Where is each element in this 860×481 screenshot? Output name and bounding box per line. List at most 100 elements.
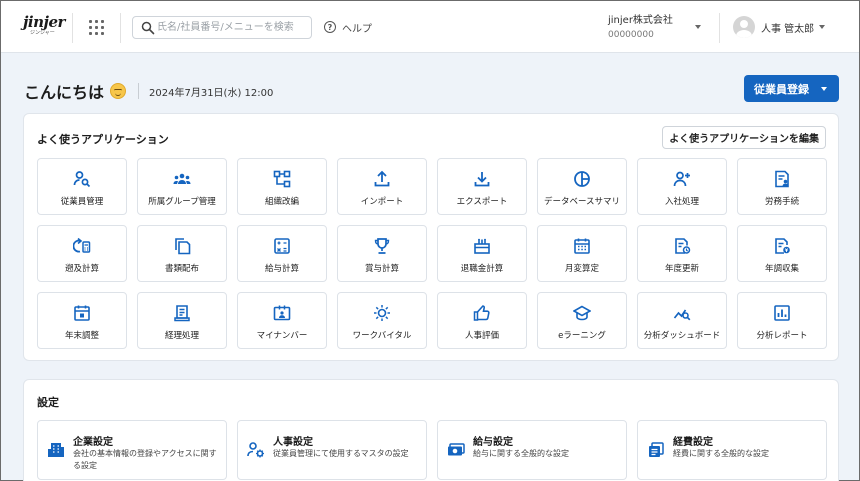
app-tile-reorganization[interactable]: 組織改編	[237, 158, 327, 215]
org-chart-icon	[273, 170, 291, 188]
app-tile-payroll[interactable]: 給与計算	[237, 225, 327, 282]
receipt-icon	[174, 305, 190, 322]
app-tile-label: 書類配布	[164, 264, 199, 274]
company-switcher[interactable]: jinjer株式会社 00000000	[608, 14, 673, 42]
app-grid: 従業員管理 所属グループ管理 組織改編 インポート エクスポート データベースサ…	[37, 158, 827, 349]
documents-icon	[175, 238, 191, 255]
app-launcher-grid-icon[interactable]	[86, 17, 106, 37]
jinjer-logo[interactable]: jinjer ジンジャー	[23, 13, 65, 41]
app-tile-label: 経理処理	[164, 331, 199, 341]
money-icon	[448, 443, 465, 456]
upload-icon	[374, 170, 390, 187]
app-tile-label: 賞与計算	[364, 264, 399, 274]
app-tile-label: 年調収集	[764, 264, 799, 274]
user-chevron-down-icon[interactable]	[819, 25, 825, 29]
frequent-apps-title: よく使うアプリケーション	[37, 133, 169, 146]
header-divider	[120, 13, 121, 43]
app-tile-database-summary[interactable]: データベースサマリ	[537, 158, 627, 215]
header-divider	[72, 13, 73, 43]
search-box[interactable]	[132, 16, 312, 39]
app-tile-label: 年度更新	[664, 264, 699, 274]
app-tile-group-management[interactable]: 所属グループ管理	[137, 158, 227, 215]
chevron-down-icon	[821, 87, 827, 91]
app-tile-label: マイナンバー	[256, 331, 308, 341]
app-tile-analytics-dashboard[interactable]: 分析ダッシュボード	[637, 292, 727, 349]
app-tile-label: データベースサマリ	[543, 197, 621, 207]
graduation-cap-icon	[573, 305, 591, 321]
settings-item-payroll[interactable]: 給与設定 給与に関する全般的な設定	[437, 420, 627, 480]
person-search-icon	[73, 171, 91, 188]
app-tile-retirement-calc[interactable]: 退職金計算	[437, 225, 527, 282]
app-tile-import[interactable]: インポート	[337, 158, 427, 215]
app-tile-hr-evaluation[interactable]: 人事評価	[437, 292, 527, 349]
settings-card: 設定 企業設定 会社の基本情報の登録やアクセスに関する設定 人事設定 従業員管理…	[23, 379, 839, 481]
app-tile-export[interactable]: エクスポート	[437, 158, 527, 215]
top-bar: jinjer ジンジャー ? ヘルプ jinjer株式会社 00000000 人…	[1, 1, 859, 53]
settings-item-desc: 会社の基本情報の登録やアクセスに関する設定	[73, 449, 217, 470]
app-tile-label: 人事評価	[464, 331, 499, 341]
doc-refresh-icon	[675, 238, 691, 254]
settings-item-hr[interactable]: 人事設定 従業員管理にて使用するマスタの設定	[237, 420, 427, 480]
settings-item-title: 給与設定	[473, 437, 513, 448]
app-tile-bonus[interactable]: 賞与計算	[337, 225, 427, 282]
register-employee-button[interactable]: 従業員登録	[744, 75, 839, 102]
thumbs-up-icon	[473, 305, 490, 321]
calendar-icon	[574, 238, 590, 254]
app-tile-year-end-adjustment[interactable]: 年末調整	[37, 292, 127, 349]
search-input[interactable]	[157, 19, 307, 36]
app-tile-employee-management[interactable]: 従業員管理	[37, 158, 127, 215]
app-tile-label: 分析ダッシュボード	[643, 331, 721, 341]
search-icon	[141, 21, 155, 35]
app-tile-annual-update[interactable]: 年度更新	[637, 225, 727, 282]
greeting-text: こんにちは	[24, 83, 105, 102]
app-tile-label: エクスポート	[456, 197, 508, 207]
settings-item-company[interactable]: 企業設定 会社の基本情報の登録やアクセスに関する設定	[37, 420, 227, 480]
app-tile-onboarding[interactable]: 入社処理	[637, 158, 727, 215]
edit-frequent-apps-button[interactable]: よく使うアプリケーションを編集	[662, 126, 826, 149]
trophy-icon	[374, 238, 390, 254]
app-tile-accounting[interactable]: 経理処理	[137, 292, 227, 349]
settings-title: 設定	[37, 396, 59, 409]
bar-chart-icon	[774, 305, 790, 321]
user-menu[interactable]: 人事 管太郎	[733, 15, 814, 39]
settings-grid: 企業設定 会社の基本情報の登録やアクセスに関する設定 人事設定 従業員管理にて使…	[37, 420, 827, 480]
app-tile-label: 所属グループ管理	[148, 197, 216, 207]
avatar	[733, 16, 755, 38]
retro-calc-icon	[73, 237, 91, 253]
company-code: 00000000	[608, 30, 654, 40]
settings-item-desc: 従業員管理にて使用するマスタの設定	[273, 449, 409, 458]
app-tile-e-learning[interactable]: eラーニング	[537, 292, 627, 349]
company-name: jinjer株式会社	[608, 15, 673, 26]
settings-item-title: 人事設定	[273, 437, 313, 448]
doc-money-icon	[775, 238, 790, 254]
app-tile-retroactive-calc[interactable]: 遡及計算	[37, 225, 127, 282]
greeting-divider	[138, 83, 140, 99]
app-tile-my-number[interactable]: マイナンバー	[237, 292, 327, 349]
settings-item-expense[interactable]: 経費設定 経費に関する全般的な設定	[637, 420, 827, 480]
app-tile-label: ワークバイタル	[352, 331, 412, 341]
pie-chart-icon	[574, 171, 590, 187]
calendar-check-icon	[74, 305, 90, 321]
group-icon	[173, 173, 191, 184]
help-link[interactable]: ? ヘルプ	[324, 19, 372, 35]
app-tile-label: 分析レポート	[756, 331, 808, 341]
app-tile-work-vital[interactable]: ワークバイタル	[337, 292, 427, 349]
settings-item-title: 企業設定	[73, 437, 113, 448]
app-tile-document-distribution[interactable]: 書類配布	[137, 225, 227, 282]
expense-icon	[649, 442, 664, 457]
greeting-row: こんにちは 2024年7月31日(水) 12:00	[24, 79, 273, 103]
smiley-icon	[110, 83, 127, 99]
frequent-apps-card: よく使うアプリケーション よく使うアプリケーションを編集 従業員管理 所属グルー…	[23, 113, 839, 361]
app-tile-label: 退職金計算	[460, 264, 504, 274]
app-tile-monthly-revision[interactable]: 月変算定	[537, 225, 627, 282]
app-tile-analytics-report[interactable]: 分析レポート	[737, 292, 827, 349]
logo-subtext: ジンジャー	[30, 30, 55, 36]
logo-text: jinjer	[23, 13, 65, 31]
app-tile-year-end-collection[interactable]: 年調収集	[737, 225, 827, 282]
help-label: ヘルプ	[342, 23, 372, 35]
app-tile-labor-procedures[interactable]: 労務手続	[737, 158, 827, 215]
document-person-icon	[775, 170, 789, 188]
gift-icon	[474, 238, 490, 254]
company-chevron-down-icon[interactable]	[695, 25, 701, 29]
register-employee-label: 従業員登録	[754, 82, 809, 96]
